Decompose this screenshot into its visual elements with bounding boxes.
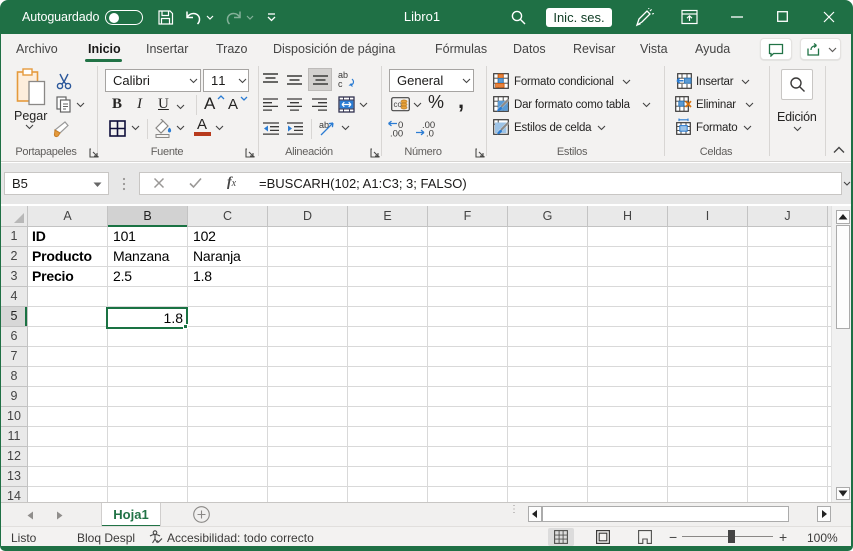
svg-text:.0: .0 bbox=[426, 129, 434, 138]
svg-text:.00: .00 bbox=[390, 129, 403, 138]
svg-text:c: c bbox=[338, 79, 343, 89]
